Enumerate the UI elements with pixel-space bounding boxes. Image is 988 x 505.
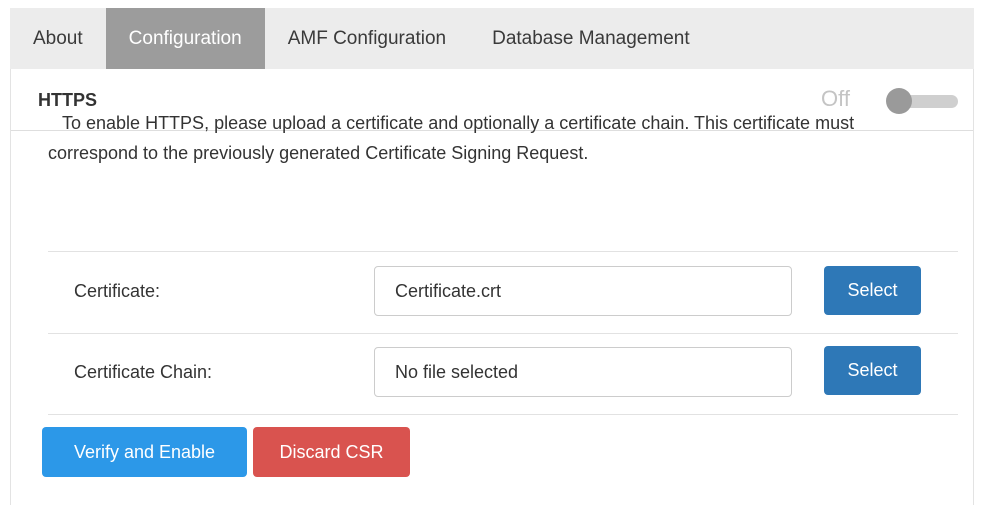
tab-amf-configuration[interactable]: AMF Configuration	[265, 8, 469, 69]
https-configuration-page: About Configuration AMF Configuration Da…	[0, 0, 988, 505]
certificate-select-button[interactable]: Select	[824, 266, 921, 315]
divider	[48, 333, 958, 334]
instructions-text: To enable HTTPS, please upload a certifi…	[48, 113, 855, 163]
tab-bar: About Configuration AMF Configuration Da…	[10, 8, 974, 69]
divider	[48, 414, 958, 415]
divider	[48, 251, 958, 252]
verify-and-enable-button[interactable]: Verify and Enable	[42, 427, 247, 477]
certificate-file-field[interactable]: Certificate.crt	[374, 266, 792, 316]
certificate-chain-select-button[interactable]: Select	[824, 346, 921, 395]
certificate-chain-label: Certificate Chain:	[74, 362, 213, 382]
discard-csr-button[interactable]: Discard CSR	[253, 427, 410, 477]
tab-about[interactable]: About	[10, 8, 106, 69]
certificate-label: Certificate:	[74, 281, 161, 301]
tab-database-management[interactable]: Database Management	[469, 8, 713, 69]
tab-configuration[interactable]: Configuration	[105, 8, 265, 69]
certificate-chain-file-field[interactable]: No file selected	[374, 347, 792, 397]
